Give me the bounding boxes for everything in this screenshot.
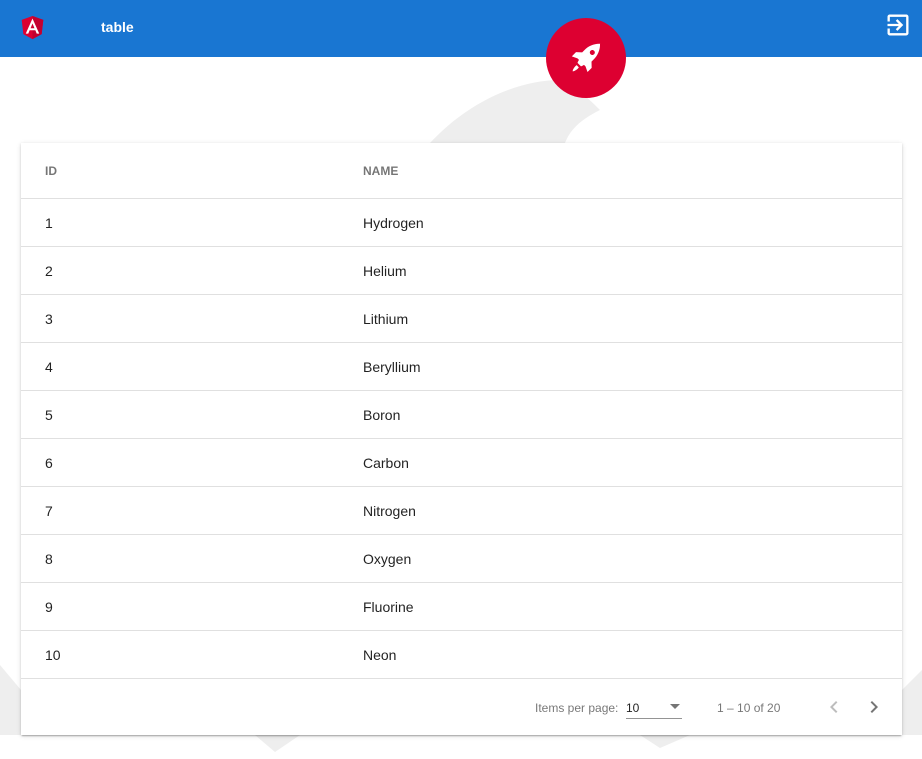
column-header-id[interactable]: ID [45, 143, 57, 198]
items-per-page-label: Items per page: [535, 701, 619, 715]
chevron-right-icon [870, 701, 878, 713]
table-row[interactable]: 6 Carbon [21, 439, 902, 487]
range-label: 1 – 10 of 20 [717, 701, 781, 715]
cell-name: Fluorine [363, 598, 414, 615]
cell-id: 8 [45, 550, 53, 567]
rocket-fab-button[interactable] [546, 18, 626, 98]
app-title: table [101, 19, 134, 35]
cell-id: 2 [45, 262, 53, 279]
table-row[interactable]: 4 Beryllium [21, 343, 902, 391]
table-row[interactable]: 3 Lithium [21, 295, 902, 343]
cell-name: Carbon [363, 454, 409, 471]
dropdown-arrow-icon [670, 704, 680, 709]
column-header-name[interactable]: NAME [363, 143, 398, 198]
table-row[interactable]: 8 Oxygen [21, 535, 902, 583]
table-row[interactable]: 7 Nitrogen [21, 487, 902, 535]
cell-id: 5 [45, 406, 53, 423]
logout-icon[interactable] [884, 11, 912, 39]
top-toolbar: table [0, 0, 922, 57]
cell-name: Helium [363, 262, 407, 279]
rocket-icon [571, 43, 601, 72]
cell-id: 4 [45, 358, 53, 375]
table-row[interactable]: 2 Helium [21, 247, 902, 295]
page-size-value: 10 [626, 701, 640, 715]
cell-name: Lithium [363, 310, 409, 327]
data-table-card: ID NAME 1 Hydrogen 2 Helium 3 Lithium 4 Berylli… [21, 143, 902, 735]
cell-id: 6 [45, 454, 53, 471]
table-row[interactable]: 10 Neon [21, 631, 902, 679]
table-body: 1 Hydrogen 2 Helium 3 Lithium 4 Beryllium 5 Boron… [21, 199, 902, 679]
next-page-button[interactable] [862, 695, 886, 719]
angular-logo[interactable] [18, 10, 47, 44]
table-row[interactable]: 1 Hydrogen [21, 199, 902, 247]
cell-id: 3 [45, 310, 53, 327]
table-header-row: ID NAME [21, 143, 902, 199]
cell-name: Hydrogen [363, 214, 424, 231]
table-row[interactable]: 9 Fluorine [21, 583, 902, 631]
paginator: Items per page: 10 1 – 10 of 20 [21, 679, 902, 735]
table-row[interactable]: 5 Boron [21, 391, 902, 439]
cell-id: 7 [45, 502, 53, 519]
previous-page-button[interactable] [822, 695, 846, 719]
cell-id: 1 [45, 214, 53, 231]
cell-id: 10 [45, 646, 61, 663]
cell-name: Boron [363, 406, 401, 423]
cell-id: 9 [45, 598, 53, 615]
page-size-select[interactable]: 10 [626, 696, 682, 719]
cell-name: Oxygen [363, 550, 412, 567]
cell-name: Nitrogen [363, 502, 416, 519]
cell-name: Neon [363, 646, 397, 663]
cell-name: Beryllium [363, 358, 421, 375]
chevron-left-icon [830, 701, 838, 713]
